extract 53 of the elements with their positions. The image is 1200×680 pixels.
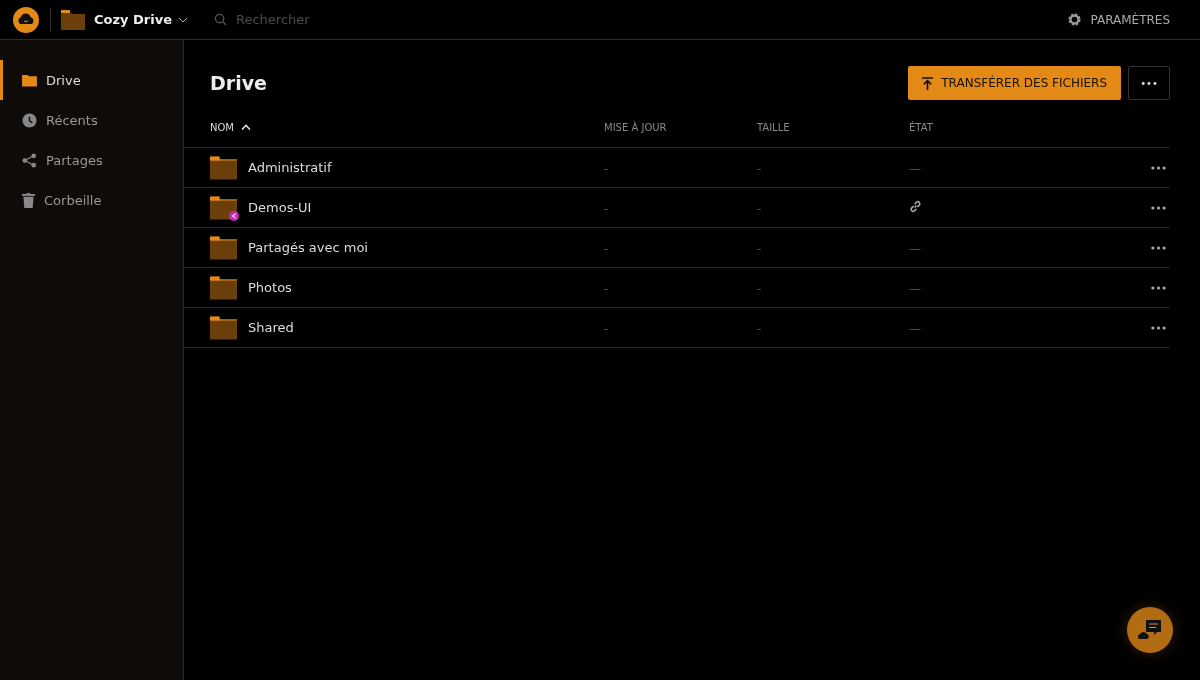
sidebar-item[interactable]: Partages bbox=[0, 140, 183, 180]
share-icon bbox=[22, 152, 37, 168]
table-cell: - bbox=[604, 322, 609, 336]
table-cell: - bbox=[757, 162, 762, 176]
search-icon bbox=[214, 13, 227, 26]
search-field[interactable]: Rechercher bbox=[234, 11, 438, 28]
table-cell: - bbox=[757, 242, 762, 256]
column-header[interactable]: ÉTAT bbox=[909, 121, 1109, 133]
more-button[interactable]: ••• bbox=[1128, 66, 1170, 100]
app-switcher[interactable]: Cozy Drive bbox=[90, 12, 192, 27]
file-name[interactable]: Photos bbox=[248, 280, 292, 295]
table-cell: — bbox=[909, 282, 921, 296]
table-cell: — bbox=[909, 322, 921, 336]
sidebar-item[interactable]: Drive bbox=[0, 60, 183, 100]
shared-badge-icon bbox=[229, 210, 239, 221]
page-title: Drive bbox=[210, 72, 268, 94]
file-name[interactable]: Shared bbox=[248, 320, 294, 335]
cloud-logo-icon[interactable] bbox=[12, 5, 40, 34]
table-cell: - bbox=[604, 202, 609, 216]
file-name[interactable]: Partagés avec moi bbox=[248, 240, 368, 255]
clock-icon bbox=[22, 112, 37, 128]
trash-icon bbox=[22, 192, 35, 208]
table-cell: — bbox=[909, 162, 921, 176]
folder-icon bbox=[210, 195, 237, 220]
table-cell: — bbox=[909, 242, 921, 256]
chevron-down-icon bbox=[178, 16, 188, 23]
table-cell: - bbox=[604, 162, 609, 176]
upload-icon bbox=[922, 76, 934, 90]
chat-icon bbox=[1138, 619, 1162, 641]
folder-icon bbox=[210, 275, 237, 300]
table-cell: - bbox=[604, 282, 609, 296]
sidebar-item[interactable]: Récents bbox=[0, 100, 183, 140]
folder-icon bbox=[61, 9, 85, 30]
column-header[interactable]: TAILLE bbox=[757, 121, 909, 133]
sidebar-item[interactable]: Corbeille bbox=[0, 180, 183, 220]
file-name[interactable]: Demos-UI bbox=[248, 200, 312, 215]
folder-icon bbox=[210, 155, 237, 180]
settings-button[interactable]: PARAMÈTRES bbox=[1067, 12, 1170, 27]
column-header[interactable]: MISE À JOUR bbox=[604, 121, 757, 133]
folder-icon bbox=[210, 235, 237, 260]
support-chat-button[interactable] bbox=[1127, 607, 1173, 653]
link-icon bbox=[909, 200, 922, 213]
upload-button[interactable]: TRANSFÉRER DES FICHIERS bbox=[908, 66, 1121, 100]
table-cell: - bbox=[757, 282, 762, 296]
folder-icon bbox=[210, 315, 237, 340]
table-cell: - bbox=[757, 322, 762, 336]
settings-icon bbox=[1067, 12, 1083, 27]
column-header[interactable]: NOM bbox=[184, 121, 604, 133]
file-name[interactable]: Administratif bbox=[248, 160, 332, 175]
table-cell: - bbox=[757, 202, 762, 216]
table-cell: - bbox=[604, 242, 609, 256]
sort-ascending-icon bbox=[241, 124, 251, 130]
folder-icon bbox=[22, 73, 37, 87]
